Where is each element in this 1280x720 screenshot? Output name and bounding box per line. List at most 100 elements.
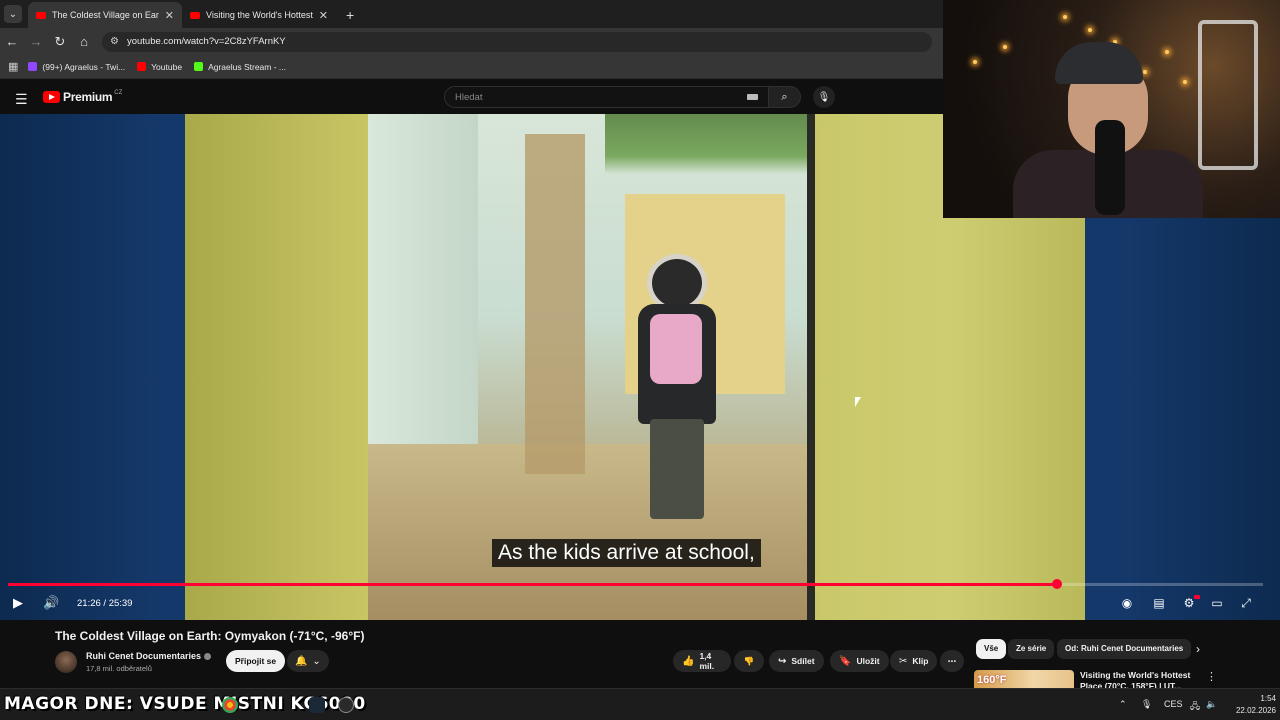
browser-tab-strip: ⌄ The Coldest Village on Earth: O ✕ Visi…	[0, 0, 943, 28]
system-clock[interactable]: 1:54 22.02.2026	[1222, 693, 1276, 717]
bookmark-label: (99+) Agraelus - Twi...	[42, 61, 126, 72]
channel-name-text: Ruhi Cenet Documentaries	[86, 651, 202, 661]
youtube-favicon-icon	[190, 11, 200, 19]
tab-search-button[interactable]: ⌄	[4, 5, 22, 23]
bookmark-twitch[interactable]: (99+) Agraelus - Twi...	[28, 62, 125, 72]
string-light	[1165, 50, 1169, 54]
settings-icon[interactable]: ⚙	[1180, 595, 1200, 611]
youtube-header: ☰ Premium CZ Hledat ⌕ 🎙	[0, 80, 943, 114]
save-button[interactable]: 🔖 Uložit	[830, 650, 889, 672]
bookmark-label: Agraelus Stream - ...	[208, 61, 287, 72]
share-icon: ↪	[778, 655, 787, 667]
network-icon[interactable]: 🖧	[1190, 699, 1200, 715]
voice-search-button[interactable]: 🎙	[813, 86, 835, 108]
kick-icon	[194, 62, 204, 71]
video-info: The Coldest Village on Earth: Oymyakon (…	[0, 620, 1280, 688]
scene-floor	[368, 444, 810, 620]
browser-tab[interactable]: Visiting the World's Hottest Pla ✕	[182, 2, 336, 28]
scene-wall-left	[185, 114, 368, 620]
scissors-icon: ✂	[899, 655, 908, 667]
theater-mode-icon[interactable]: ▭	[1208, 595, 1226, 611]
like-button[interactable]: 👍 1,4 mil.	[673, 650, 731, 672]
close-tab-icon[interactable]: ✕	[165, 9, 174, 22]
recommended-thumbnail[interactable]: 160°F	[974, 670, 1074, 688]
string-light	[1003, 45, 1007, 49]
search-placeholder: Hledat	[455, 91, 483, 103]
menu-icon[interactable]: ☰	[15, 91, 28, 108]
recommended-title[interactable]: Visiting the World's Hottest Place (70°C…	[1080, 670, 1198, 688]
more-vertical-icon[interactable]: ⋮	[1206, 670, 1217, 683]
obs-icon[interactable]	[338, 697, 354, 713]
thumbs-up-icon: 👍	[682, 655, 695, 667]
chevron-right-icon[interactable]: ›	[1196, 642, 1200, 656]
autoplay-toggle-icon[interactable]: ◉	[1118, 595, 1136, 611]
chip-all[interactable]: Vše	[976, 639, 1007, 659]
string-light	[1183, 80, 1187, 84]
reload-icon[interactable]: ↻	[48, 34, 72, 50]
tray-mic-icon[interactable]: 🎙	[1141, 699, 1152, 710]
twitch-icon	[28, 62, 38, 71]
verified-icon	[204, 653, 212, 661]
subtitles-icon[interactable]: ▤	[1150, 595, 1168, 611]
share-button[interactable]: ↪ Sdílet	[769, 650, 824, 672]
tab-title: The Coldest Village on Earth: O	[52, 10, 159, 20]
steam-icon[interactable]	[309, 697, 325, 713]
scene-plants	[605, 114, 815, 174]
youtube-logo[interactable]: Premium CZ	[43, 90, 122, 104]
channel-avatar[interactable]	[55, 651, 77, 673]
search-input[interactable]: Hledat	[444, 86, 769, 108]
notifications-button[interactable]: 🔔 ⌄	[287, 650, 329, 672]
chrome-icon[interactable]	[222, 697, 238, 713]
bookmark-label: Youtube	[151, 61, 183, 72]
thumbnail-text: 160°F	[977, 674, 1007, 686]
mouse-cursor-icon	[855, 397, 861, 407]
back-icon[interactable]: ←	[0, 34, 24, 49]
clip-button[interactable]: ✂ Klip	[890, 650, 938, 672]
screen: ⌄ The Coldest Village on Earth: O ✕ Visi…	[0, 0, 1280, 720]
play-icon[interactable]: ▶	[13, 595, 23, 611]
keyboard-icon[interactable]	[747, 94, 758, 100]
string-light	[1088, 28, 1092, 32]
search-button[interactable]: ⌕	[769, 86, 801, 108]
bookmark-youtube[interactable]: Youtube	[137, 62, 182, 72]
progress-bar[interactable]	[8, 579, 1263, 589]
progress-played	[8, 583, 1058, 586]
join-button[interactable]: Připojit se	[226, 650, 286, 672]
bookmark-kick[interactable]: Agraelus Stream - ...	[194, 62, 286, 72]
input-language[interactable]: CES	[1164, 699, 1183, 709]
bookmarks-bar: ▦ (99+) Agraelus - Twi... Youtube Agrael…	[0, 55, 943, 79]
close-tab-icon[interactable]: ✕	[319, 9, 328, 22]
apps-grid-icon[interactable]: ▦	[8, 60, 18, 73]
url-bar[interactable]: ⚙ youtube.com/watch?v=2C8zYFArnKY	[102, 31, 932, 52]
speaker-icon[interactable]: 🔈	[1206, 699, 1217, 710]
tray-overflow-icon[interactable]: ⌃	[1119, 699, 1127, 710]
video-title: The Coldest Village on Earth: Oymyakon (…	[55, 629, 365, 643]
tab-title: Visiting the World's Hottest Pla	[206, 10, 313, 20]
logo-text: Premium	[63, 90, 113, 104]
channel-name[interactable]: Ruhi Cenet Documentaries	[86, 651, 212, 661]
youtube-play-icon	[43, 91, 60, 103]
share-label: Sdílet	[791, 656, 815, 666]
like-count: 1,4 mil.	[699, 651, 715, 671]
string-light	[1143, 70, 1147, 74]
forward-icon[interactable]: →	[24, 34, 48, 49]
site-info-icon[interactable]: ⚙	[110, 36, 119, 47]
chip-series[interactable]: Ze série	[1008, 639, 1055, 659]
clip-label: Klip	[912, 656, 929, 666]
dislike-button[interactable]: 👎	[734, 650, 764, 672]
scene-child-legs	[650, 419, 704, 519]
more-actions-button[interactable]: ⋯	[940, 650, 964, 672]
streamer-webcam	[943, 0, 1280, 218]
volume-icon[interactable]: 🔊	[43, 595, 59, 611]
new-tab-button[interactable]: +	[346, 7, 354, 23]
fullscreen-icon[interactable]: ⤢	[1237, 595, 1255, 611]
more-horizontal-icon: ⋯	[947, 655, 957, 666]
youtube-icon	[137, 62, 147, 71]
clock-time: 1:54	[1260, 694, 1276, 703]
microphone-icon: 🎙	[817, 91, 831, 103]
chip-channel[interactable]: Od: Ruhi Cenet Documentaries	[1057, 639, 1192, 659]
youtube-favicon-icon	[36, 11, 46, 19]
home-icon[interactable]: ⌂	[72, 34, 96, 49]
address-toolbar: ← → ↻ ⌂ ⚙ youtube.com/watch?v=2C8zYFArnK…	[0, 28, 943, 55]
browser-tab-active[interactable]: The Coldest Village on Earth: O ✕	[28, 2, 182, 28]
